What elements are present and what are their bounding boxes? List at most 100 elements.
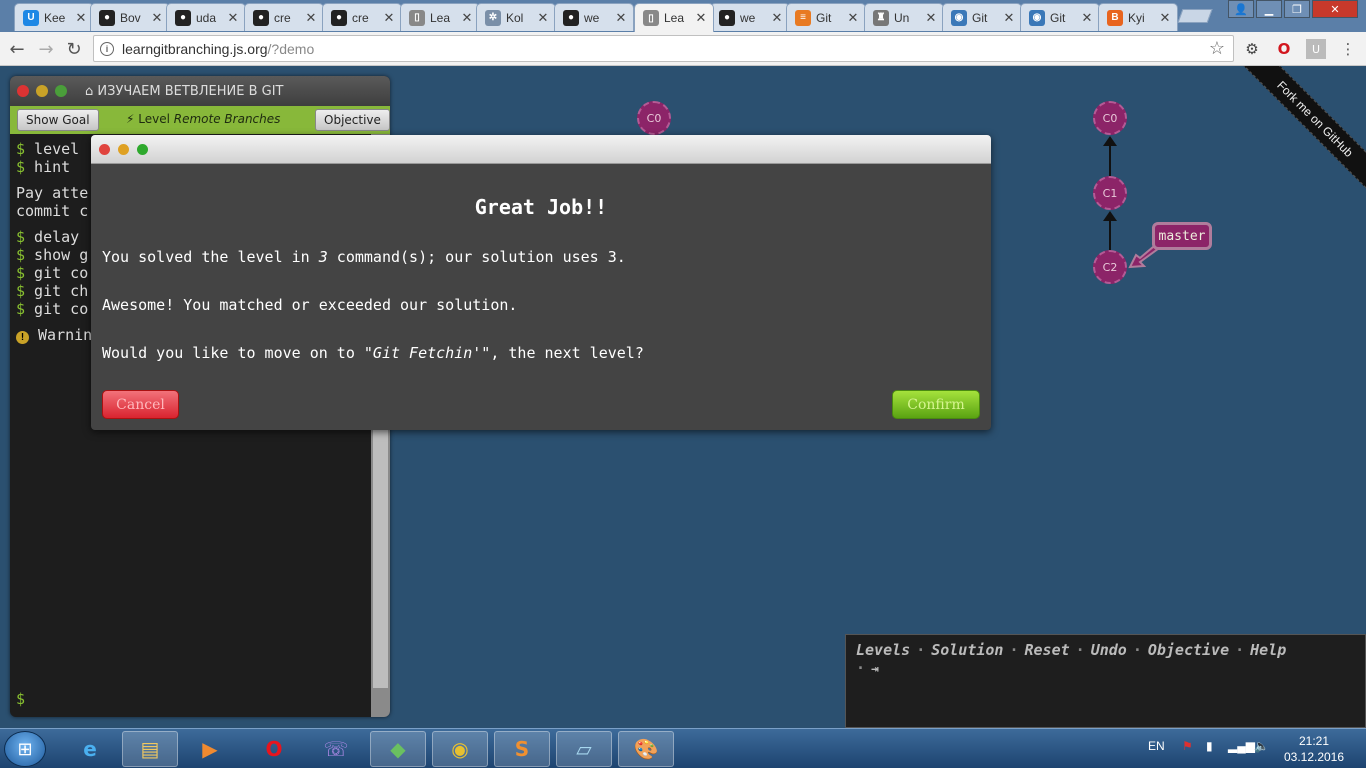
reload-icon[interactable]: ↻: [62, 37, 86, 61]
device-icon[interactable]: ▮: [1206, 739, 1213, 753]
cancel-button[interactable]: Cancel: [102, 390, 179, 419]
browser-tab[interactable]: ● we ✕: [710, 3, 790, 31]
zoom-dot-icon[interactable]: [55, 85, 67, 97]
commit-node-c0[interactable]: C0: [1093, 101, 1127, 135]
browser-tab[interactable]: ▯ Lea ✕: [634, 3, 714, 32]
next-level-name: "Git Fetchin'": [363, 344, 491, 362]
exit-icon[interactable]: ⇥: [871, 662, 879, 677]
media-player-icon[interactable]: ▶: [182, 731, 238, 767]
browser-tab[interactable]: ● Bov ✕: [90, 3, 170, 31]
tab-close-icon[interactable]: ✕: [924, 10, 938, 26]
tab-close-icon[interactable]: ✕: [536, 10, 550, 26]
new-tab-button[interactable]: [1177, 9, 1213, 23]
browser-tab[interactable]: ● cre ✕: [322, 3, 402, 31]
maximize-button[interactable]: ❐: [1284, 0, 1310, 18]
flag-icon[interactable]: ⚑: [1182, 739, 1193, 753]
arrow-c2-c1: [1103, 211, 1117, 221]
sublime-text-icon[interactable]: S: [494, 731, 550, 767]
browser-tab[interactable]: ● cre ✕: [244, 3, 324, 31]
start-button-icon[interactable]: ⊞: [4, 731, 46, 767]
dialog-close-dot-icon[interactable]: [99, 143, 110, 155]
browser-tab[interactable]: B Kyi ✕: [1098, 3, 1178, 31]
tab-close-icon[interactable]: ✕: [1080, 10, 1094, 26]
tab-close-icon[interactable]: ✕: [694, 10, 708, 26]
branch-label-master[interactable]: master: [1152, 222, 1212, 250]
tab-label: Kol: [506, 10, 524, 25]
tab-close-icon[interactable]: ✕: [1002, 10, 1016, 26]
tab-close-icon[interactable]: ✕: [1158, 10, 1172, 26]
settings-gear-icon[interactable]: ⚙: [1242, 39, 1262, 59]
minimize-button[interactable]: ▁: [1256, 0, 1282, 18]
tab-close-icon[interactable]: ✕: [460, 10, 474, 26]
browser-tab[interactable]: ● uda ✕: [166, 3, 246, 31]
tab-favicon-icon: ●: [175, 9, 191, 26]
terminal-prompt[interactable]: $: [16, 690, 25, 708]
command-link-solution[interactable]: Solution: [931, 641, 1003, 659]
browser-tab[interactable]: ▯ Lea ✕: [400, 3, 480, 31]
commit-node-c2[interactable]: C2: [1093, 250, 1127, 284]
forward-icon[interactable]: →: [34, 37, 58, 61]
tab-close-icon[interactable]: ✕: [74, 10, 88, 26]
tab-label: Lea: [430, 10, 451, 25]
command-link-help[interactable]: Help: [1250, 641, 1286, 659]
page-content: C0 C0 C1 C2 master Fork me on GitHub ⌂ И…: [0, 66, 1366, 728]
command-link-levels[interactable]: Levels: [856, 641, 910, 659]
browser-tab[interactable]: ◉ Git ✕: [942, 3, 1022, 31]
commit-node-c0-goal[interactable]: C0: [637, 101, 671, 135]
tab-close-icon[interactable]: ✕: [614, 10, 628, 26]
viber-icon[interactable]: ☏: [308, 731, 364, 767]
signal-icon[interactable]: ▂▄▆: [1228, 739, 1255, 753]
browser-tab[interactable]: U Kee ✕: [14, 3, 94, 31]
tab-close-icon[interactable]: ✕: [226, 10, 240, 26]
browser-tab[interactable]: ◉ Git ✕: [1020, 3, 1100, 31]
show-goal-button[interactable]: Show Goal: [17, 109, 99, 131]
next-prefix: Would you like to move on to: [102, 344, 364, 362]
objective-button[interactable]: Objective: [315, 109, 390, 131]
opera-extension-icon[interactable]: O: [1274, 39, 1294, 59]
menu-icon[interactable]: ⋮: [1338, 39, 1358, 59]
browser-tab[interactable]: ● we ✕: [554, 3, 634, 31]
chrome-icon[interactable]: ◉: [432, 731, 488, 767]
next-level-message: Would you like to move on to "Git Fetchi…: [102, 344, 644, 362]
tab-label: we: [584, 10, 600, 25]
confirm-button[interactable]: Confirm: [892, 390, 980, 419]
browser-tab[interactable]: ✲ Kol ✕: [476, 3, 556, 31]
paint-icon[interactable]: 🎨: [618, 731, 674, 767]
opera-icon[interactable]: O: [246, 731, 302, 767]
goal-bar: Show Goal ⚡ Level Remote Branches Object…: [10, 106, 390, 134]
clock[interactable]: 21:21 03.12.2016: [1282, 733, 1346, 765]
tab-close-icon[interactable]: ✕: [304, 10, 318, 26]
browser-tab[interactable]: ≡ Git ✕: [786, 3, 866, 31]
volume-icon[interactable]: 🔈: [1254, 739, 1269, 753]
command-links: Levels · Solution · Reset · Undo · Objective · Hel…: [856, 641, 1286, 659]
tab-favicon-icon: U: [23, 9, 39, 26]
info-icon[interactable]: i: [100, 41, 114, 56]
tab-label: Bov: [120, 10, 141, 25]
browser-tab[interactable]: ♜ Un ✕: [864, 3, 944, 31]
file-explorer-icon[interactable]: ▤: [122, 731, 178, 767]
address-bar[interactable]: i learngitbranching.js.org/?demo ☆: [93, 35, 1234, 62]
extension-u-icon[interactable]: U: [1306, 39, 1326, 59]
command-link-objective[interactable]: Objective: [1148, 641, 1229, 659]
language-indicator[interactable]: EN: [1148, 739, 1165, 753]
dialog-minimize-dot-icon[interactable]: [118, 143, 129, 155]
back-icon[interactable]: ←: [5, 37, 29, 61]
tab-close-icon[interactable]: ✕: [150, 10, 164, 26]
tab-close-icon[interactable]: ✕: [846, 10, 860, 26]
internet-explorer-icon[interactable]: e: [62, 731, 118, 767]
close-dot-icon[interactable]: [17, 85, 29, 97]
tab-close-icon[interactable]: ✕: [382, 10, 396, 26]
line-text: git ch: [25, 282, 89, 300]
command-link-reset[interactable]: Reset: [1025, 641, 1070, 659]
separator: ·: [1132, 641, 1142, 659]
app-diamond-icon[interactable]: ◆: [370, 731, 426, 767]
commit-node-c1[interactable]: C1: [1093, 176, 1127, 210]
notepad-icon[interactable]: ▱: [556, 731, 612, 767]
command-link-undo[interactable]: Undo: [1091, 641, 1127, 659]
close-window-button[interactable]: ✕: [1312, 0, 1358, 18]
bookmark-star-icon[interactable]: ☆: [1209, 38, 1225, 59]
dialog-zoom-dot-icon[interactable]: [137, 143, 148, 155]
minimize-dot-icon[interactable]: [36, 85, 48, 97]
user-icon[interactable]: 👤: [1228, 0, 1254, 18]
tab-close-icon[interactable]: ✕: [770, 10, 784, 26]
